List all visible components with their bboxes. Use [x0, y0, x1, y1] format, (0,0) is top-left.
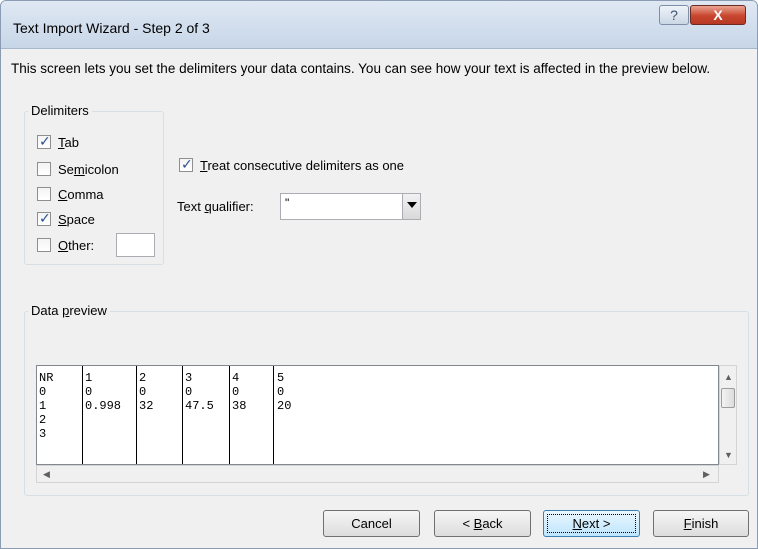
checkmark-icon: ✓	[181, 156, 193, 172]
preview-cell: 0	[232, 385, 240, 399]
preview-cell: 2	[139, 371, 147, 385]
back-button[interactable]: < Back	[434, 510, 531, 537]
preview-cell: 3	[185, 371, 193, 385]
dialog-body: This screen lets you set the delimiters …	[1, 49, 757, 548]
preview-cell: 0	[277, 385, 285, 399]
preview-cell: 32	[139, 399, 154, 413]
preview-cell: 1	[85, 371, 93, 385]
other-label[interactable]: Other:	[58, 238, 94, 253]
preview-cell: 3	[39, 427, 47, 441]
scroll-up-arrow-icon[interactable]: ▲	[724, 372, 733, 382]
preview-cell: NR	[39, 371, 54, 385]
checkmark-icon: ✓	[39, 133, 51, 149]
comma-label[interactable]: Comma	[58, 187, 104, 202]
instructions-text: This screen lets you set the delimiters …	[11, 61, 711, 76]
text-qualifier-value: "	[285, 196, 290, 210]
semicolon-label[interactable]: Semicolon	[58, 162, 119, 177]
preview-cell: 0	[39, 385, 47, 399]
preview-cell: 1	[39, 399, 47, 413]
scroll-thumb[interactable]	[721, 388, 735, 408]
data-preview-legend: Data preview	[28, 303, 110, 318]
semicolon-checkbox[interactable]	[37, 162, 51, 176]
checkmark-icon: ✓	[39, 210, 51, 226]
focus-rectangle	[547, 514, 636, 533]
preview-cell: 20	[277, 399, 292, 413]
preview-horizontal-scrollbar[interactable]: ◀ ▶	[36, 465, 719, 483]
tab-label[interactable]: Tab	[58, 135, 79, 150]
tab-checkbox[interactable]: ✓	[37, 133, 51, 149]
treat-consecutive-label[interactable]: Treat consecutive delimiters as one	[200, 158, 404, 173]
preview-cell: 0	[85, 385, 93, 399]
cancel-button[interactable]: Cancel	[323, 510, 420, 537]
preview-cell: 2	[39, 413, 47, 427]
title-bar[interactable]: Text Import Wizard - Step 2 of 3 ? X	[1, 1, 757, 49]
next-button[interactable]: Next >	[543, 510, 640, 537]
comma-checkbox[interactable]	[37, 187, 51, 201]
preview-vertical-scrollbar[interactable]: ▲ ▼	[719, 365, 737, 465]
space-label[interactable]: Space	[58, 212, 95, 227]
preview-cell: 38	[232, 399, 247, 413]
scroll-down-arrow-icon[interactable]: ▼	[724, 450, 733, 460]
close-button[interactable]: X	[690, 5, 746, 25]
preview-cell: 0	[185, 385, 193, 399]
scroll-left-arrow-icon[interactable]: ◀	[43, 469, 50, 480]
scroll-right-arrow-icon[interactable]: ▶	[703, 469, 710, 480]
preview-cell: 0.998	[85, 399, 122, 413]
preview-cell: 47.5	[185, 399, 214, 413]
text-import-wizard-dialog: Text Import Wizard - Step 2 of 3 ? X Thi…	[0, 0, 758, 549]
finish-button[interactable]: Finish	[653, 510, 749, 537]
treat-consecutive-checkbox[interactable]: ✓	[179, 156, 193, 172]
help-button[interactable]: ?	[659, 5, 689, 25]
text-qualifier-select[interactable]: "	[280, 193, 421, 220]
other-delimiter-input[interactable]	[116, 233, 155, 257]
delimiters-legend: Delimiters	[28, 103, 92, 118]
chevron-down-icon	[407, 202, 417, 208]
other-checkbox[interactable]	[37, 238, 51, 252]
space-checkbox[interactable]: ✓	[37, 210, 51, 226]
preview-cell: 0	[139, 385, 147, 399]
data-preview-grid[interactable]: NR 0 1 2 3 1 0 0.998 2 0 32 3 0 47.5 4 0 38 5 0 20	[36, 365, 719, 465]
preview-cell: 4	[232, 371, 240, 385]
preview-cell: 5	[277, 371, 285, 385]
window-title: Text Import Wizard - Step 2 of 3	[13, 20, 210, 36]
dropdown-button[interactable]	[402, 194, 420, 219]
text-qualifier-label: Text qualifier:	[177, 199, 254, 214]
